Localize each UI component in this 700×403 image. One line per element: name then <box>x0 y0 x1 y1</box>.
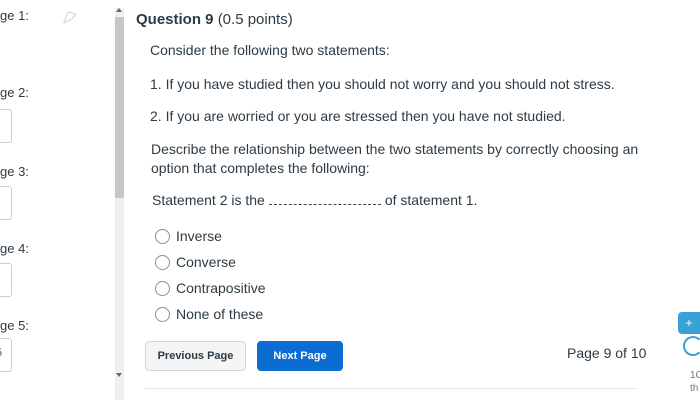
option-inverse[interactable]: Inverse <box>155 226 222 246</box>
previous-page-button[interactable]: Previous Page <box>145 341 246 371</box>
divider <box>145 388 637 389</box>
question-title: Question 9 (0.5 points) <box>136 11 293 28</box>
scrollbar-thumb[interactable] <box>115 17 124 198</box>
page-status-box <box>0 263 12 297</box>
statement-1: 1. If you have studied then you should n… <box>150 76 615 92</box>
question-prompt-line-1: Describe the relationship between the tw… <box>151 141 639 157</box>
radio-button[interactable] <box>155 306 170 322</box>
page-navigation-sidebar: ge 1: ge 2: ge 3: ge 4: ge 5: 5 <box>0 0 108 403</box>
question-prompt-line-2: option that completes the following: <box>151 160 370 176</box>
fill-after-text: of statement 1. <box>384 192 478 208</box>
page-status-box <box>0 109 12 143</box>
radio-button[interactable] <box>155 228 170 244</box>
sidebar-page-label: ge 1: <box>0 8 29 23</box>
option-label: None of these <box>176 306 264 322</box>
statement-2: 2. If you are worried or you are stresse… <box>150 108 566 124</box>
option-label: Converse <box>176 254 236 270</box>
option-contrapositive[interactable]: Contrapositive <box>155 278 266 298</box>
option-label: Inverse <box>176 228 222 244</box>
sidebar-page-label: ge 4: <box>0 241 29 256</box>
scroll-down-arrow-icon[interactable] <box>116 373 122 377</box>
plus-icon[interactable]: + <box>678 312 700 334</box>
flag-icon[interactable] <box>62 10 78 24</box>
radio-button[interactable] <box>155 254 170 270</box>
page-status-box: 5 <box>0 338 12 372</box>
fill-blank <box>268 204 381 205</box>
next-page-button[interactable]: Next Page <box>257 341 343 371</box>
option-converse[interactable]: Converse <box>155 252 236 272</box>
sidebar-page-label: ge 5: <box>0 318 29 333</box>
question-intro: Consider the following two statements: <box>150 42 390 58</box>
question-number: Question 9 <box>136 11 214 28</box>
right-edge-text: th <box>690 383 699 394</box>
scroll-up-arrow-icon[interactable] <box>116 8 122 12</box>
question-points: (0.5 points) <box>217 11 293 28</box>
sidebar-page-label: ge 3: <box>0 164 29 179</box>
sidebar-page-label: ge 2: <box>0 85 29 100</box>
fill-before-text: Statement 2 is the <box>152 192 265 208</box>
scrollbar[interactable] <box>115 8 124 400</box>
radio-button[interactable] <box>155 280 170 296</box>
page-indicator: Page 9 of 10 <box>567 345 647 361</box>
refresh-icon[interactable] <box>683 336 700 356</box>
right-edge-text: 1C <box>690 370 700 381</box>
option-label: Contrapositive <box>176 280 266 296</box>
fill-in-sentence: Statement 2 is the of statement 1. <box>152 192 477 208</box>
page-status-box <box>0 186 12 220</box>
option-none-of-these[interactable]: None of these <box>155 304 263 324</box>
